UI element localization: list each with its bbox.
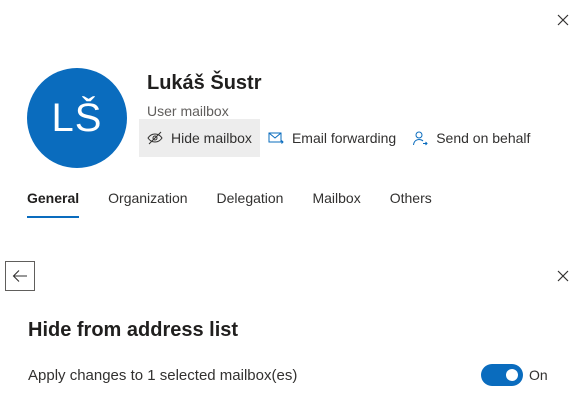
back-button[interactable] xyxy=(5,261,35,291)
tab-delegation[interactable]: Delegation xyxy=(217,190,284,218)
hide-mailbox-button[interactable]: Hide mailbox xyxy=(139,119,260,157)
email-forwarding-button[interactable]: Email forwarding xyxy=(260,119,404,157)
hide-mailbox-label: Hide mailbox xyxy=(171,130,252,146)
avatar: LŠ xyxy=(27,68,127,168)
arrow-left-icon xyxy=(12,270,27,282)
hide-from-address-list-toggle[interactable] xyxy=(481,364,523,386)
close-icon xyxy=(557,14,569,26)
toggle-knob xyxy=(506,369,518,381)
close-subpanel-button[interactable] xyxy=(552,265,574,287)
mail-forward-icon xyxy=(268,132,284,144)
tab-mailbox[interactable]: Mailbox xyxy=(312,190,360,218)
tab-others[interactable]: Others xyxy=(390,190,432,218)
apply-changes-label: Apply changes to 1 selected mailbox(es) xyxy=(28,367,298,384)
user-name: Lukáš Šustr xyxy=(147,72,262,94)
action-bar: Hide mailbox Email forwarding Send on be… xyxy=(139,119,538,157)
mailbox-type: User mailbox xyxy=(147,103,229,119)
tab-bar: General Organization Delegation Mailbox … xyxy=(27,190,461,218)
person-icon xyxy=(413,131,428,146)
toggle-state-label: On xyxy=(529,367,548,383)
mailbox-details-panel: LŠ Lukáš Šustr User mailbox Hide mailbox… xyxy=(0,0,585,419)
close-icon xyxy=(557,270,569,282)
tab-organization[interactable]: Organization xyxy=(108,190,187,218)
avatar-initials: LŠ xyxy=(51,95,103,140)
tab-general[interactable]: General xyxy=(27,190,80,218)
email-forwarding-label: Email forwarding xyxy=(291,130,397,146)
send-on-behalf-label: Send on behalf xyxy=(436,130,531,146)
send-on-behalf-button[interactable]: Send on behalf xyxy=(404,119,538,157)
hide-mailbox-icon xyxy=(147,131,163,145)
close-panel-button[interactable] xyxy=(552,9,574,31)
section-title: Hide from address list xyxy=(28,319,239,341)
